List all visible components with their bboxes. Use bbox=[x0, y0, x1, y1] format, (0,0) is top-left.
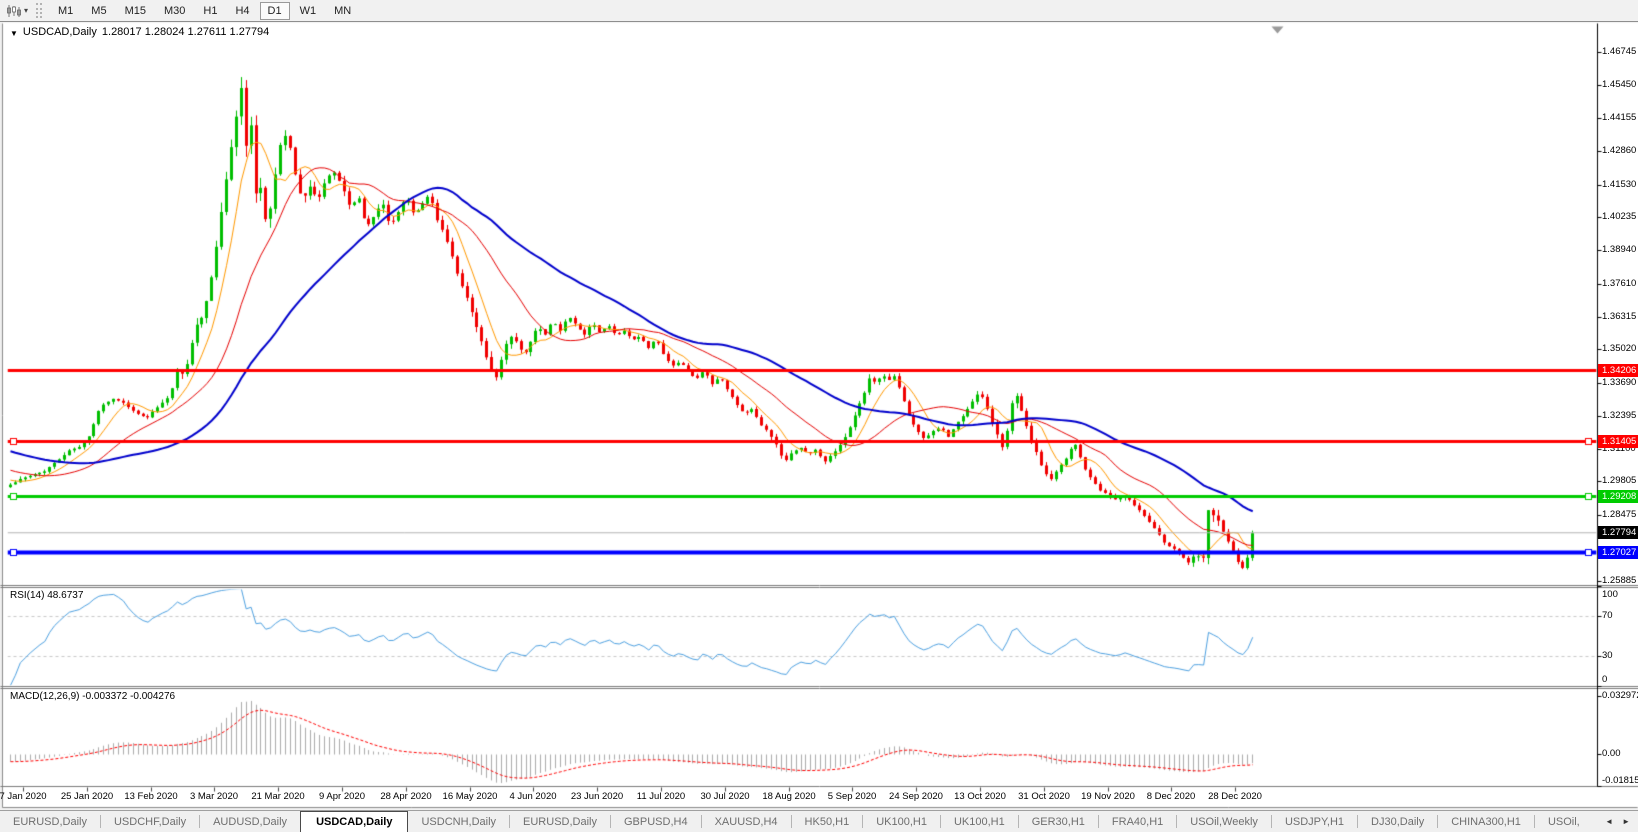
date-axis-label: 19 Nov 2020 bbox=[1081, 791, 1135, 802]
date-axis-label: 30 Jul 2020 bbox=[700, 791, 750, 802]
price-axis-tick: 1.38940 bbox=[1602, 244, 1637, 256]
date-axis-label: 7 Jan 2020 bbox=[0, 791, 47, 802]
price-axis-tick: 1.29805 bbox=[1602, 475, 1637, 487]
chart-tabbar: EURUSD,Daily USDCHF,Daily AUDUSD,Daily USDC… bbox=[0, 810, 1638, 832]
date-axis-label: 23 Jun 2020 bbox=[570, 791, 624, 802]
timeframe-button-w1[interactable]: W1 bbox=[292, 2, 325, 20]
tab-usdcad-daily[interactable]: USDCAD,Daily bbox=[300, 811, 409, 832]
price-level-label: 1.27027 bbox=[1598, 545, 1638, 559]
ohlc-info-line: ▼ USDCAD,Daily 1.28017 1.28024 1.27611 1… bbox=[10, 26, 269, 38]
price-axis-tick: 1.41530 bbox=[1602, 178, 1637, 190]
timeframe-button-m30[interactable]: M30 bbox=[156, 2, 193, 20]
date-axis-label: 21 Mar 2020 bbox=[251, 791, 305, 802]
timeframe-button-h1[interactable]: H1 bbox=[195, 2, 225, 20]
rsi-indicator-label: RSI(14) 48.6737 bbox=[10, 590, 84, 601]
tab-usoil[interactable]: USOil, bbox=[1535, 811, 1593, 832]
tab-usoil-weekly[interactable]: USOil,Weekly bbox=[1177, 811, 1271, 832]
tab-scroll-right-icon[interactable]: ► bbox=[1622, 817, 1630, 826]
date-axis-label: 25 Jan 2020 bbox=[60, 791, 114, 802]
candlestick-chart-icon bbox=[7, 4, 21, 17]
macd-indicator-label: MACD(12,26,9) -0.003372 -0.004276 bbox=[10, 691, 176, 702]
mt4-window: { "icons": { "dropdown_caret": "▾", "sym… bbox=[0, 0, 1638, 832]
tab-scroll-left-icon[interactable]: ◄ bbox=[1605, 817, 1613, 826]
ohlc-values: 1.28017 1.28024 1.27611 1.27794 bbox=[101, 26, 270, 38]
price-axis-tick: 1.46745 bbox=[1602, 46, 1637, 58]
tab-uk100-h1[interactable]: UK100,H1 bbox=[941, 811, 1018, 832]
symbol-period-label: USDCAD,Daily bbox=[22, 26, 97, 38]
price-axis-tick: 1.25885 bbox=[1602, 574, 1637, 586]
date-axis-label: 5 Sep 2020 bbox=[827, 791, 877, 802]
tab-hk50-h1[interactable]: HK50,H1 bbox=[792, 811, 863, 832]
price-level-label: 1.29208 bbox=[1598, 489, 1638, 503]
macd-axis-tick: 0.032972 bbox=[1602, 690, 1638, 701]
date-axis-label: 13 Feb 2020 bbox=[124, 791, 178, 802]
timeframe-button-m1[interactable]: M1 bbox=[50, 2, 81, 20]
date-axis-label: 24 Sep 2020 bbox=[889, 791, 943, 802]
tab-usdjpy-h1[interactable]: USDJPY,H1 bbox=[1272, 811, 1357, 832]
date-axis-label: 11 Jul 2020 bbox=[636, 791, 686, 802]
macd-axis-tick: -0.018157 bbox=[1602, 775, 1638, 786]
date-axis-label: 3 Mar 2020 bbox=[189, 791, 239, 802]
tab-uk100-h1[interactable]: UK100,H1 bbox=[863, 811, 940, 832]
tab-gbpusd-h4[interactable]: GBPUSD,H4 bbox=[611, 811, 701, 832]
price-axis-tick: 1.35020 bbox=[1602, 343, 1637, 355]
date-axis-label: 16 May 2020 bbox=[442, 791, 498, 802]
timeframe-button-m15[interactable]: M15 bbox=[117, 2, 154, 20]
tab-eurusd-daily[interactable]: EURUSD,Daily bbox=[510, 811, 610, 832]
tab-usdchf-daily[interactable]: USDCHF,Daily bbox=[101, 811, 199, 832]
chart-tabs: EURUSD,Daily USDCHF,Daily AUDUSD,Daily USDC… bbox=[0, 811, 1593, 832]
date-axis-label: 9 Apr 2020 bbox=[319, 791, 365, 802]
tab-usdcnh-daily[interactable]: USDCNH,Daily bbox=[408, 811, 509, 832]
date-axis-label: 13 Oct 2020 bbox=[954, 791, 1006, 802]
price-axis-tick: 1.44155 bbox=[1602, 112, 1637, 124]
date-axis-label: 28 Dec 2020 bbox=[1208, 791, 1262, 802]
price-axis-tick: 1.32395 bbox=[1602, 409, 1637, 421]
tab-scroll-buttons: ◄ ► bbox=[1597, 817, 1638, 826]
date-axis-label: 18 Aug 2020 bbox=[762, 791, 816, 802]
price-axis[interactable]: 1.46745 1.45450 1.44155 1.42860 1.41530 1.402… bbox=[1597, 0, 1638, 810]
rsi-axis-tick: 100 bbox=[1602, 589, 1618, 600]
price-axis-tick: 1.28475 bbox=[1602, 509, 1637, 521]
timeframe-buttons: M1 M5 M15 M30 H1 H4 D1 W1 MN bbox=[49, 1, 360, 20]
timeframe-button-mn[interactable]: MN bbox=[326, 2, 359, 20]
price-axis-tick: 1.45450 bbox=[1602, 79, 1637, 91]
tab-dj30-daily[interactable]: DJ30,Daily bbox=[1358, 811, 1437, 832]
date-axis-label: 8 Dec 2020 bbox=[1146, 791, 1196, 802]
tab-audusd-daily[interactable]: AUDUSD,Daily bbox=[200, 811, 300, 832]
price-axis-tick: 1.37610 bbox=[1602, 277, 1637, 289]
price-axis-tick: 1.40235 bbox=[1602, 211, 1637, 223]
tab-xauusd-h4[interactable]: XAUUSD,H4 bbox=[702, 811, 791, 832]
date-axis-label: 28 Apr 2020 bbox=[380, 791, 432, 802]
dropdown-caret-icon: ▾ bbox=[24, 6, 29, 15]
price-chart-canvas[interactable] bbox=[0, 0, 1638, 810]
tab-china300-h1[interactable]: CHINA300,H1 bbox=[1438, 811, 1534, 832]
timeframe-button-d1[interactable]: D1 bbox=[259, 1, 290, 20]
tab-eurusd-daily[interactable]: EURUSD,Daily bbox=[0, 811, 100, 832]
rsi-axis-tick: 0 bbox=[1602, 674, 1608, 685]
timeframe-button-h4[interactable]: H4 bbox=[227, 2, 257, 20]
current-price-label: 1.27794 bbox=[1598, 525, 1638, 539]
price-axis-tick: 1.33690 bbox=[1602, 377, 1637, 388]
tab-fra40-h1[interactable]: FRA40,H1 bbox=[1099, 811, 1176, 832]
rsi-axis-tick: 70 bbox=[1602, 610, 1613, 621]
symbol-caret-icon: ▼ bbox=[10, 28, 18, 38]
timeframe-button-m5[interactable]: M5 bbox=[83, 2, 114, 20]
tab-ger30-h1[interactable]: GER30,H1 bbox=[1019, 811, 1098, 832]
toolbar: ▾ M1 M5 M15 M30 H1 H4 D1 W1 MN bbox=[0, 0, 1638, 22]
price-level-label: 1.31405 bbox=[1598, 434, 1638, 448]
price-axis-tick: 1.36315 bbox=[1602, 310, 1637, 322]
time-axis[interactable]: 7 Jan 2020 25 Jan 2020 13 Feb 2020 3 Mar 20… bbox=[0, 787, 1597, 808]
date-axis-label: 31 Oct 2020 bbox=[1018, 791, 1070, 802]
date-axis-label: 4 Jun 2020 bbox=[509, 791, 557, 802]
macd-axis-tick: 0.00 bbox=[1602, 748, 1621, 759]
toolbar-grip[interactable] bbox=[36, 3, 43, 18]
rsi-axis-tick: 30 bbox=[1602, 650, 1613, 661]
price-level-label: 1.34206 bbox=[1598, 363, 1638, 377]
price-axis-tick: 1.42860 bbox=[1602, 144, 1637, 156]
chart-type-button[interactable]: ▾ bbox=[3, 3, 31, 19]
